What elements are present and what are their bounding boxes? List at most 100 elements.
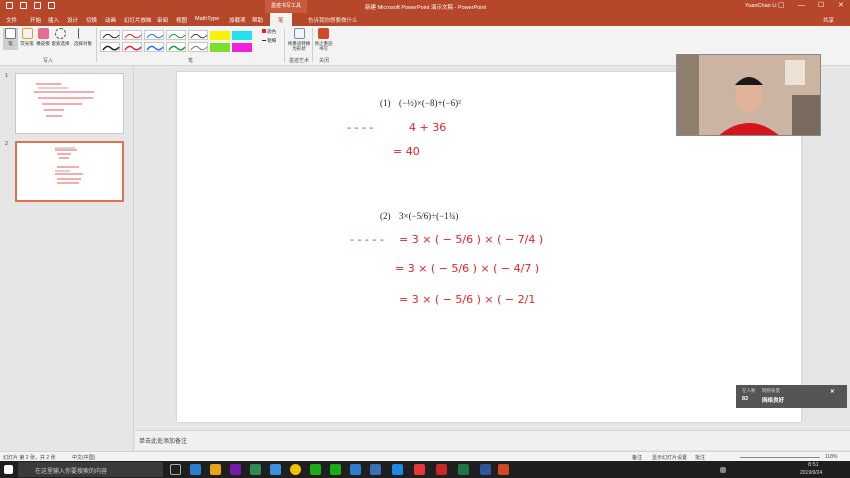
app-icon-7[interactable] <box>414 464 425 475</box>
maximize-button[interactable]: ☐ <box>818 2 824 10</box>
pen-swatch-darkgreen[interactable] <box>188 30 208 40</box>
close-button[interactable]: ✕ <box>838 2 844 10</box>
redo-icon[interactable] <box>34 2 41 9</box>
powerpoint-icon[interactable] <box>498 464 509 475</box>
problem-1-expression: (−½)×(−8)+(−6)² <box>399 98 461 108</box>
slide-thumbnail-1[interactable] <box>15 73 124 134</box>
slide-thumbnail-2[interactable] <box>15 141 124 202</box>
share-button[interactable]: 共享 <box>823 16 834 24</box>
stop-inking-button[interactable]: 停止墨迹书写 <box>313 28 334 51</box>
taskbar-search[interactable]: 在这里输入你要搜索的内容 <box>18 462 163 477</box>
toast-close-icon[interactable]: ✕ <box>830 389 835 395</box>
color-dropdown[interactable]: 颜色 <box>262 29 276 35</box>
app-icon-2[interactable] <box>270 464 281 475</box>
problem-1-label: (1) <box>380 98 391 108</box>
tell-me-search[interactable]: 告诉我你想要做什么 <box>308 16 358 24</box>
app-icon-1[interactable] <box>250 464 261 475</box>
chrome-icon[interactable] <box>290 464 301 475</box>
excel-icon[interactable] <box>458 464 469 475</box>
slide-count: 幻灯片 第 2 张，共 2 张 <box>3 455 56 461</box>
ribbon-separator <box>96 28 97 62</box>
group-label-close: 关闭 <box>319 58 330 64</box>
pen-swatch-gray[interactable] <box>188 42 208 52</box>
clock-time[interactable]: 8:51 <box>808 462 819 468</box>
tab-help[interactable]: 帮助 <box>252 16 263 24</box>
pen-swatch-black[interactable] <box>100 30 120 40</box>
tab-transitions[interactable]: 切换 <box>86 16 97 24</box>
notes-toggle[interactable]: 备注 <box>632 454 642 461</box>
save-icon[interactable] <box>6 2 13 9</box>
app-icon-4[interactable] <box>350 464 361 475</box>
tab-file[interactable]: 文件 <box>6 16 17 24</box>
ink-to-shape-button[interactable]: 将墨迹转换为形状 <box>287 28 311 51</box>
user-name[interactable]: YuanChao Li <box>745 3 777 9</box>
word-icon[interactable] <box>480 464 491 475</box>
tab-home[interactable]: 开始 <box>30 16 41 24</box>
highlighter-button[interactable]: 荧光笔 <box>19 28 35 47</box>
highlighter-swatch-cyan[interactable] <box>232 31 252 40</box>
tab-slideshow[interactable]: 幻灯片放映 <box>124 16 152 24</box>
onenote-icon[interactable] <box>230 464 241 475</box>
ribbon-tabs: 文件 开始 插入 设计 切换 动画 幻灯片放映 审阅 视图 MathType 加… <box>0 13 850 26</box>
tab-pen[interactable]: 笔 <box>270 13 292 26</box>
eraser-button[interactable]: 橡皮擦 <box>35 28 51 47</box>
webcam-feed <box>677 55 820 135</box>
close-x-icon <box>318 28 329 39</box>
app-icon-3[interactable] <box>310 464 321 475</box>
select-objects-button[interactable]: 选择对象 <box>72 28 94 47</box>
minimize-button[interactable]: — <box>798 2 805 10</box>
tab-insert[interactable]: 插入 <box>48 16 59 24</box>
task-view-icon[interactable] <box>170 464 181 475</box>
app-icon-8[interactable] <box>436 464 447 475</box>
clock-date[interactable]: 2019/9/24 <box>800 470 822 476</box>
ink-dashes-1: - - - - <box>347 121 373 134</box>
context-tab-ink-tools: 墨迹书写工具 <box>265 0 307 13</box>
pen-swatch-red[interactable] <box>122 30 142 40</box>
pen-swatch-red-2[interactable] <box>122 42 142 52</box>
present-icon[interactable] <box>48 2 55 9</box>
tab-review[interactable]: 审阅 <box>157 16 168 24</box>
pen-icon <box>5 28 16 39</box>
windows-start-icon[interactable] <box>4 465 13 474</box>
windows-taskbar: 在这里输入你要搜索的内容 8:51 2019/9/24 <box>0 461 850 478</box>
zoom-level[interactable]: 118% <box>825 454 837 460</box>
notes-pane[interactable]: 单击此处添加备注 <box>135 430 850 450</box>
notes-placeholder: 单击此处添加备注 <box>139 439 188 445</box>
thickness-icon <box>262 40 266 42</box>
zoom-slider[interactable] <box>740 457 820 458</box>
tab-addins[interactable]: 加载项 <box>229 16 246 24</box>
thumbnail-number: 2 <box>5 141 9 147</box>
language-indicator[interactable]: 中文(中国) <box>72 454 95 461</box>
highlighter-swatch-magenta[interactable] <box>232 43 252 52</box>
app-icon-5[interactable] <box>370 464 381 475</box>
pen-swatch-black-2[interactable] <box>100 42 120 52</box>
tab-mathtype[interactable]: MathType <box>195 16 219 22</box>
display-settings[interactable]: 显示幻灯片设置 <box>652 454 687 461</box>
app-icon-6[interactable] <box>392 464 403 475</box>
tab-design[interactable]: 设计 <box>67 16 78 24</box>
group-label-write: 写入 <box>43 58 54 64</box>
pen-swatch-blue[interactable] <box>144 30 164 40</box>
undo-icon[interactable] <box>20 2 27 9</box>
explorer-icon[interactable] <box>210 464 221 475</box>
ink-line-2: = 40 <box>393 145 420 158</box>
pen-swatch-blue-2[interactable] <box>144 42 164 52</box>
lasso-select-button[interactable]: 套索选择 <box>51 28 70 47</box>
tray-icons[interactable] <box>720 467 726 473</box>
wechat-icon[interactable] <box>330 464 341 475</box>
pen-swatch-green[interactable] <box>166 30 186 40</box>
status-bar: 幻灯片 第 2 张，共 2 张 中文(中国) 备注 显示幻灯片设置 批注 118… <box>0 451 850 461</box>
highlighter-swatch-yellow[interactable] <box>210 31 230 40</box>
tab-view[interactable]: 视图 <box>176 16 187 24</box>
thickness-dropdown[interactable]: 粗细 <box>262 38 276 44</box>
pen-button[interactable]: 笔 <box>3 28 18 50</box>
tab-animations[interactable]: 动画 <box>105 16 116 24</box>
ribbon-display-options-icon[interactable]: ▢ <box>778 2 785 10</box>
vertical-scrollbar[interactable] <box>844 66 850 430</box>
comments-toggle[interactable]: 批注 <box>695 454 705 461</box>
webcam-overlay <box>676 54 821 136</box>
highlighter-swatch-green[interactable] <box>210 43 230 52</box>
edge-icon[interactable] <box>190 464 201 475</box>
pen-swatch-green-2[interactable] <box>166 42 186 52</box>
problem-2-label: (2) <box>380 211 391 221</box>
